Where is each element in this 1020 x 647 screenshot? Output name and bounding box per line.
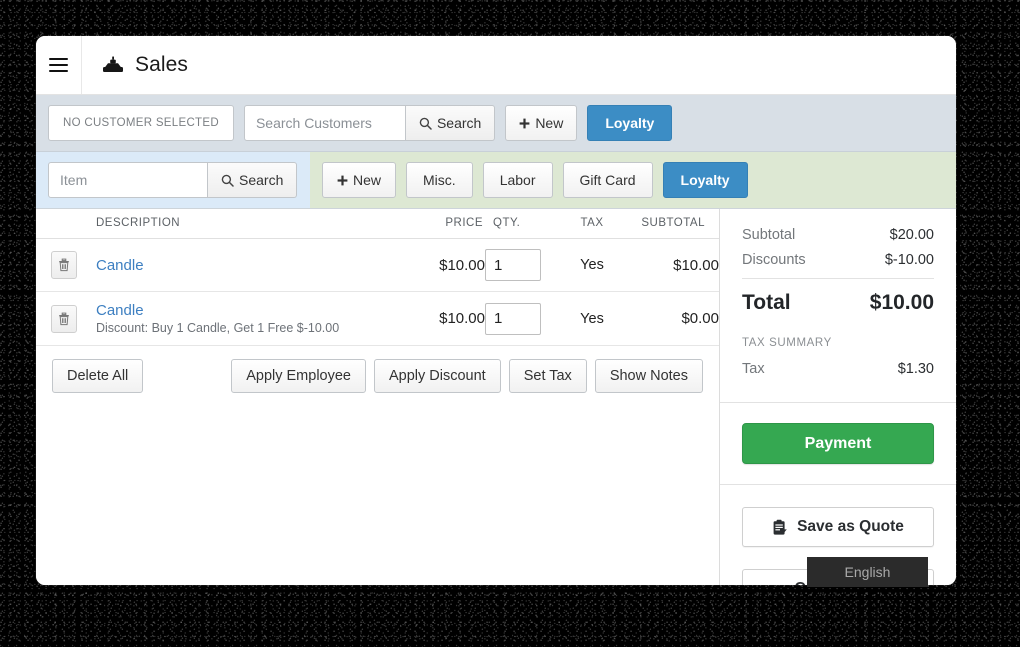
discounts-row: Discounts $-10.00 (742, 252, 934, 268)
item-search-button-label: Search (239, 172, 284, 188)
row-delete-cell (36, 238, 92, 292)
quote-section: Save as Quote (720, 485, 956, 547)
item-loyalty-button[interactable]: Loyalty (662, 162, 748, 198)
tax-row: Tax $1.30 (742, 361, 934, 377)
quantity-input[interactable] (485, 249, 541, 281)
delete-all-button[interactable]: Delete All (52, 359, 144, 393)
item-search-button[interactable]: Search (208, 162, 298, 198)
search-icon (221, 174, 234, 187)
cart-action-group: Apply Employee Apply Discount Set Tax Sh… (231, 359, 703, 393)
tax-value: $1.30 (897, 361, 934, 377)
total-value: $10.00 (869, 291, 934, 314)
column-header-tax: TAX (561, 209, 623, 239)
cart-table: DESCRIPTION PRICE QTY. TAX SUBTOTAL Cand… (36, 209, 719, 346)
row-price-cell: $10.00 (399, 238, 485, 292)
total-row: Total $10.00 (742, 291, 934, 315)
row-tax-cell: Yes (561, 291, 623, 346)
payment-section: Payment (720, 403, 956, 484)
payment-button[interactable]: Payment (742, 423, 934, 464)
column-header-delete (36, 209, 92, 239)
table-row: Candle Discount: Buy 1 Candle, Get 1 Fre… (36, 291, 719, 346)
discounts-value: $-10.00 (884, 252, 934, 268)
customer-search-button-label: Search (436, 115, 482, 131)
desktop-background: Sales NO CUSTOMER SELECTED Search Custom… (0, 0, 1020, 647)
item-link[interactable]: Candle (96, 257, 399, 274)
app-window: Sales NO CUSTOMER SELECTED Search Custom… (36, 36, 956, 585)
totals-panel: Subtotal $20.00 Discounts $-10.00 Total … (720, 209, 956, 585)
totals-summary: Subtotal $20.00 Discounts $-10.00 Total … (720, 209, 956, 402)
show-notes-button[interactable]: Show Notes (594, 359, 703, 393)
plus-icon (337, 175, 348, 186)
clipboard-icon (772, 519, 788, 536)
gift-card-button[interactable]: Gift Card (562, 162, 653, 198)
main-content: DESCRIPTION PRICE QTY. TAX SUBTOTAL Cand… (36, 209, 956, 585)
row-price-cell: $10.00 (399, 291, 485, 346)
new-item-button[interactable]: New (322, 162, 397, 198)
new-customer-button[interactable]: New (505, 105, 578, 141)
apply-employee-button[interactable]: Apply Employee (231, 359, 366, 393)
labor-item-button[interactable]: Labor (482, 162, 553, 198)
cash-register-icon (102, 55, 124, 75)
subtotal-row: Subtotal $20.00 (742, 227, 934, 243)
save-as-quote-label: Save as Quote (797, 518, 904, 535)
column-header-subtotal: SUBTOTAL (623, 209, 719, 239)
plus-icon (519, 118, 530, 129)
cart-table-header: DESCRIPTION PRICE QTY. TAX SUBTOTAL (36, 209, 719, 239)
item-action-buttons: New Misc. Labor Gift Card Loyalty (310, 152, 956, 208)
tax-summary-label: TAX SUMMARY (742, 337, 832, 349)
row-qty-cell (485, 238, 561, 292)
cart-action-bar: Delete All Apply Employee Apply Discount… (36, 346, 719, 393)
row-tax-cell: Yes (561, 238, 623, 292)
customer-search-group: Search (243, 105, 496, 141)
apply-discount-button[interactable]: Apply Discount (373, 359, 501, 393)
row-subtotal-cell: $0.00 (623, 291, 719, 346)
row-description-cell: Candle (92, 238, 399, 292)
new-item-button-label: New (353, 172, 382, 188)
hamburger-bars (49, 54, 68, 76)
row-description-cell: Candle Discount: Buy 1 Candle, Get 1 Fre… (92, 291, 399, 346)
customer-search-input[interactable] (243, 105, 406, 141)
table-row: Candle $10.00 Yes $10.00 (36, 238, 719, 292)
trash-icon[interactable] (51, 251, 77, 279)
row-delete-cell (36, 291, 92, 346)
selected-customer-label: NO CUSTOMER SELECTED (48, 105, 234, 141)
search-icon (419, 117, 432, 130)
item-discount-note: Discount: Buy 1 Candle, Get 1 Free $-10.… (96, 321, 340, 335)
subtotal-label: Subtotal (742, 227, 796, 243)
tax-label: Tax (742, 361, 765, 377)
misc-item-button[interactable]: Misc. (406, 162, 473, 198)
app-header: Sales (36, 36, 956, 95)
quantity-input[interactable] (485, 302, 541, 335)
subtotal-value: $20.00 (889, 227, 934, 243)
language-indicator-overlay: English (807, 557, 928, 587)
language-label: English (844, 564, 891, 580)
row-qty-cell (485, 291, 561, 346)
new-customer-button-label: New (535, 115, 564, 131)
customer-loyalty-button[interactable]: Loyalty (587, 105, 673, 141)
item-search-input[interactable] (48, 162, 208, 198)
cart-panel: DESCRIPTION PRICE QTY. TAX SUBTOTAL Cand… (36, 209, 720, 585)
hamburger-menu-icon[interactable] (36, 36, 82, 94)
item-search-section: Search (36, 152, 310, 208)
column-header-description: DESCRIPTION (92, 209, 399, 239)
column-header-qty: QTY. (485, 209, 561, 239)
save-as-quote-button[interactable]: Save as Quote (742, 507, 934, 547)
customer-search-button[interactable]: Search (405, 105, 496, 141)
trash-icon[interactable] (51, 304, 77, 333)
discounts-label: Discounts (742, 252, 806, 268)
totals-divider (742, 278, 934, 279)
page-title: Sales (135, 53, 189, 76)
item-toolbar: Search New Misc. Labor Gift Card Loyalt (36, 152, 956, 209)
row-subtotal-cell: $10.00 (623, 238, 719, 292)
set-tax-button[interactable]: Set Tax (508, 359, 587, 393)
customer-toolbar: NO CUSTOMER SELECTED Search Customers Se… (36, 95, 956, 152)
page-title-group: Sales (82, 36, 188, 94)
column-header-price: PRICE (399, 209, 485, 239)
total-label: Total (742, 291, 791, 314)
item-link[interactable]: Candle (96, 302, 399, 319)
